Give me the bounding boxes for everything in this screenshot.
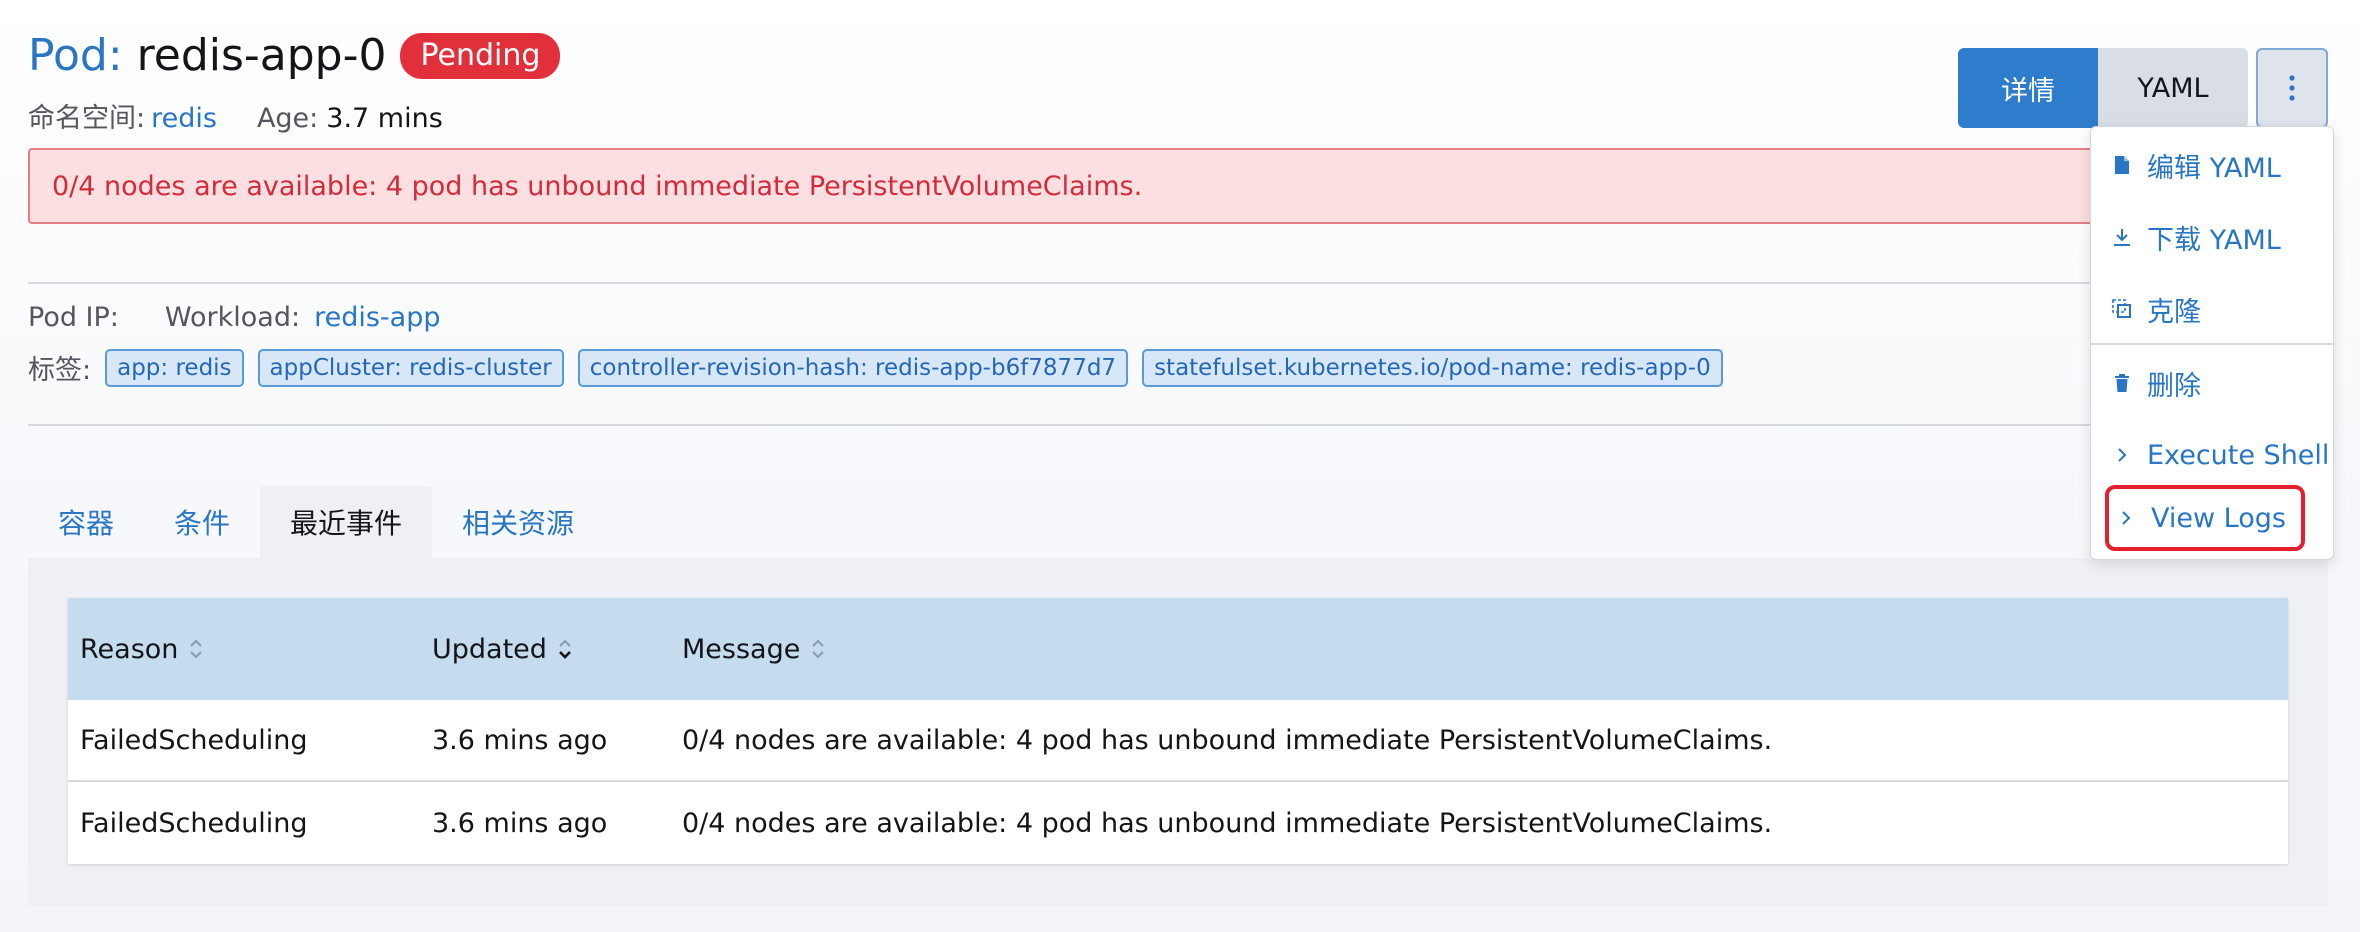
more-actions-button[interactable] bbox=[2256, 48, 2328, 128]
label-tag: app: redis bbox=[105, 348, 244, 387]
chevron-right-icon bbox=[2115, 509, 2137, 527]
cell-message: 0/4 nodes are available: 4 pod has unbou… bbox=[682, 724, 1773, 756]
cell-updated: 3.6 mins ago bbox=[432, 807, 608, 839]
status-badge: Pending bbox=[400, 32, 561, 79]
cell-updated: 3.6 mins ago bbox=[432, 724, 608, 756]
cell-reason: FailedScheduling bbox=[80, 724, 308, 756]
labels-label: 标签: bbox=[28, 355, 92, 386]
column-header-reason[interactable]: Reason bbox=[68, 634, 432, 665]
column-header-message[interactable]: Message bbox=[682, 634, 2288, 665]
view-mode-toggle: 详情 YAML bbox=[1958, 48, 2248, 128]
trash-icon bbox=[2111, 373, 2133, 393]
menu-divider bbox=[2091, 343, 2335, 345]
info-row: Pod IP: Workload: redis-app bbox=[28, 302, 440, 333]
divider bbox=[28, 424, 2328, 426]
workload-label: Workload: bbox=[164, 302, 301, 333]
page-header: Pod: redis-app-0 Pending bbox=[28, 30, 561, 81]
download-icon bbox=[2111, 227, 2133, 247]
sort-icon bbox=[188, 637, 204, 661]
cell-reason: FailedScheduling bbox=[80, 807, 308, 839]
tab-containers[interactable]: 容器 bbox=[28, 486, 144, 558]
tab-bar: 容器 条件 最近事件 相关资源 bbox=[28, 486, 604, 558]
file-icon bbox=[2111, 155, 2133, 175]
namespace-link[interactable]: redis bbox=[151, 103, 217, 134]
tab-recent-events[interactable]: 最近事件 bbox=[260, 486, 433, 558]
workload-link[interactable]: redis-app bbox=[314, 302, 440, 333]
page-title: redis-app-0 bbox=[136, 30, 387, 81]
clone-icon bbox=[2111, 299, 2133, 319]
age-value: 3.7 mins bbox=[326, 103, 443, 134]
column-header-updated[interactable]: Updated bbox=[432, 634, 682, 665]
menu-item-clone[interactable]: 克隆 bbox=[2091, 273, 2335, 345]
labels-row: 标签: app: redis appCluster: redis-cluster… bbox=[28, 348, 1723, 387]
cell-message: 0/4 nodes are available: 4 pod has unbou… bbox=[682, 807, 1773, 839]
sort-descending-icon bbox=[557, 637, 573, 661]
resource-type-label: Pod: bbox=[28, 30, 123, 81]
menu-item-view-logs[interactable]: View Logs bbox=[2105, 485, 2305, 551]
table-row: FailedScheduling 3.6 mins ago 0/4 nodes … bbox=[68, 782, 2288, 864]
age-label: Age: bbox=[256, 103, 319, 134]
tab-related-resources[interactable]: 相关资源 bbox=[432, 486, 604, 558]
menu-item-edit-yaml[interactable]: 编辑 YAML bbox=[2091, 129, 2335, 201]
detail-button[interactable]: 详情 bbox=[1958, 48, 2098, 128]
menu-item-download-yaml[interactable]: 下载 YAML bbox=[2091, 201, 2335, 273]
vertical-ellipsis-icon bbox=[2289, 75, 2295, 101]
events-table: Reason Updated Message FailedScheduling … bbox=[68, 598, 2288, 864]
error-banner: 0/4 nodes are available: 4 pod has unbou… bbox=[28, 148, 2328, 224]
chevron-right-icon bbox=[2111, 446, 2133, 464]
meta-row: 命名空间: redis Age: 3.7 mins bbox=[28, 96, 443, 135]
table-row: FailedScheduling 3.6 mins ago 0/4 nodes … bbox=[68, 700, 2288, 782]
tab-conditions[interactable]: 条件 bbox=[144, 486, 260, 558]
actions-dropdown-menu: 编辑 YAML 下载 YAML 克隆 删除 Execute Shell View… bbox=[2090, 126, 2335, 560]
pod-ip-label: Pod IP: bbox=[28, 302, 119, 333]
table-header: Reason Updated Message bbox=[68, 598, 2288, 700]
label-tag: appCluster: redis-cluster bbox=[257, 348, 564, 387]
label-tag: controller-revision-hash: redis-app-b6f7… bbox=[577, 348, 1129, 387]
yaml-button[interactable]: YAML bbox=[2098, 48, 2248, 128]
menu-item-delete[interactable]: 删除 bbox=[2091, 347, 2335, 419]
label-tag: statefulset.kubernetes.io/pod-name: redi… bbox=[1142, 348, 1723, 387]
namespace-label: 命名空间: bbox=[28, 103, 146, 134]
menu-item-execute-shell[interactable]: Execute Shell bbox=[2091, 419, 2335, 491]
divider bbox=[28, 282, 2328, 284]
sort-icon bbox=[810, 637, 826, 661]
